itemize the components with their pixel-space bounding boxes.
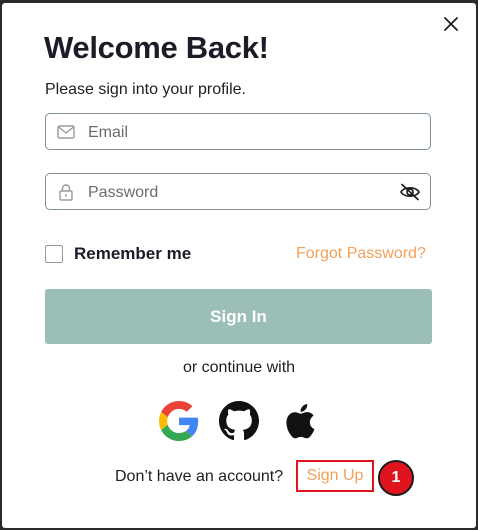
password-input[interactable] [86,174,390,211]
annotation-marker: 1 [378,460,414,496]
sign-up-label: Sign Up [306,467,364,484]
signup-prompt: Don’t have an account? [115,468,284,485]
remember-me-label: Remember me [74,244,192,263]
github-sign-in-button[interactable] [218,400,260,442]
sign-in-button[interactable]: Sign In [45,289,432,344]
remember-me-row: Remember me [45,244,191,264]
forgot-password-link[interactable]: Forgot Password? [296,245,426,263]
toggle-password-visibility-button[interactable] [399,182,421,202]
email-field-container [45,113,431,151]
google-sign-in-button[interactable] [158,400,200,442]
mail-icon [57,123,75,141]
apple-sign-in-button[interactable] [278,400,320,442]
continue-with-divider: or continue with [182,359,296,376]
eye-off-icon [400,183,420,201]
close-button[interactable] [440,13,462,35]
github-icon [219,401,259,441]
remember-me-checkbox[interactable] [45,245,63,263]
lock-icon [57,183,75,201]
sign-up-link[interactable]: Sign Up [296,460,374,492]
password-field-container [45,173,431,211]
apple-icon [286,404,315,439]
page-title: Welcome Back! [44,30,269,65]
page-subtitle: Please sign into your profile. [45,81,246,98]
google-icon [159,401,199,441]
email-input[interactable] [86,114,390,151]
close-icon [444,17,458,31]
